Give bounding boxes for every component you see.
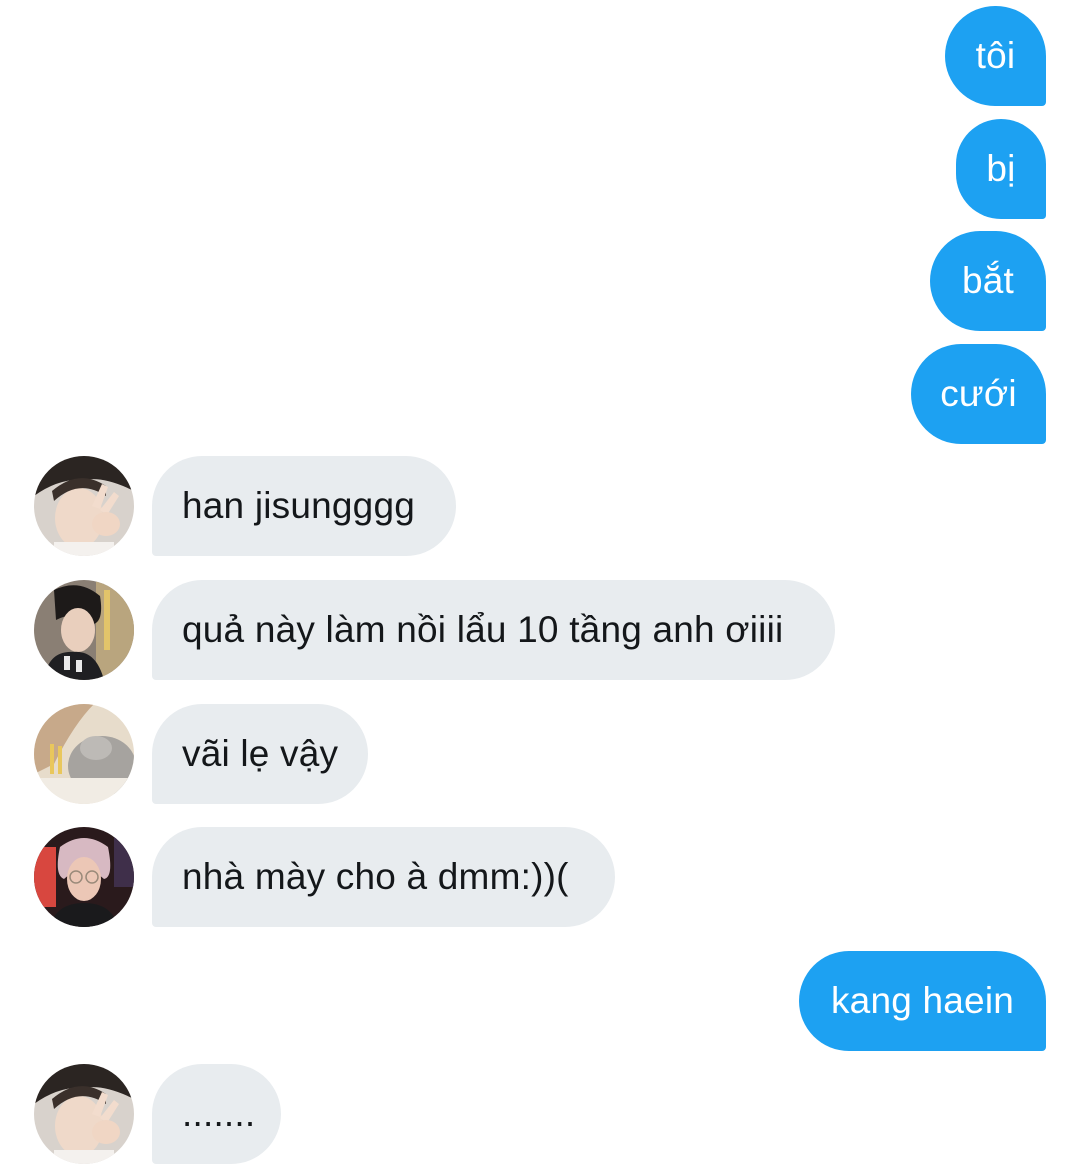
avatar[interactable] [34,456,134,556]
message-text: quả này làm nồi lẩu 10 tầng anh ơiiii [182,609,784,650]
incoming-message-bubble[interactable]: quả này làm nồi lẩu 10 tầng anh ơiiii [152,580,835,680]
message-text: kang haein [830,980,1015,1021]
message-row-incoming: han jisungggg [152,456,456,556]
message-row-outgoing: bắt [930,231,1046,331]
message-row-outgoing: cưới [911,344,1046,444]
message-thread: tôi bị bắt cưới han jisungggg quả này là… [0,0,1080,1173]
outgoing-message-bubble[interactable]: bắt [930,231,1046,331]
message-text: tôi [975,35,1016,76]
message-text: bắt [961,260,1015,301]
message-text: bị [986,148,1016,189]
avatar-photo-selfie [34,580,134,680]
avatar[interactable] [34,827,134,927]
message-text: vãi lẹ vậy [182,733,339,774]
message-row-incoming: vãi lẹ vậy [152,704,368,804]
avatar[interactable] [34,580,134,680]
message-row-outgoing: tôi [945,6,1046,106]
outgoing-message-bubble[interactable]: bị [956,119,1046,219]
message-row-incoming: quả này làm nồi lẩu 10 tầng anh ơiiii [152,580,835,680]
message-text: nhà mày cho à dmm:))( [182,856,569,897]
avatar-photo-portrait [34,827,134,927]
avatar[interactable] [34,704,134,804]
message-text: han jisungggg [182,485,416,526]
message-row-outgoing: kang haein [799,951,1046,1051]
outgoing-message-bubble[interactable]: cưới [911,344,1046,444]
incoming-message-bubble[interactable]: ....... [152,1064,281,1164]
avatar[interactable] [34,1064,134,1164]
message-row-incoming: nhà mày cho à dmm:))( [152,827,615,927]
outgoing-message-bubble[interactable]: kang haein [799,951,1046,1051]
message-row-outgoing: bị [956,119,1046,219]
incoming-message-bubble[interactable]: han jisungggg [152,456,456,556]
outgoing-message-bubble[interactable]: tôi [945,6,1046,106]
message-text: ....... [182,1093,256,1134]
message-row-incoming: ....... [152,1064,281,1164]
incoming-message-bubble[interactable]: vãi lẹ vậy [152,704,368,804]
avatar-photo-peace-sign [34,1064,134,1164]
message-text: cưới [940,373,1017,414]
avatar-photo-plush [34,704,134,804]
incoming-message-bubble[interactable]: nhà mày cho à dmm:))( [152,827,615,927]
avatar-photo-peace-sign [34,456,134,556]
